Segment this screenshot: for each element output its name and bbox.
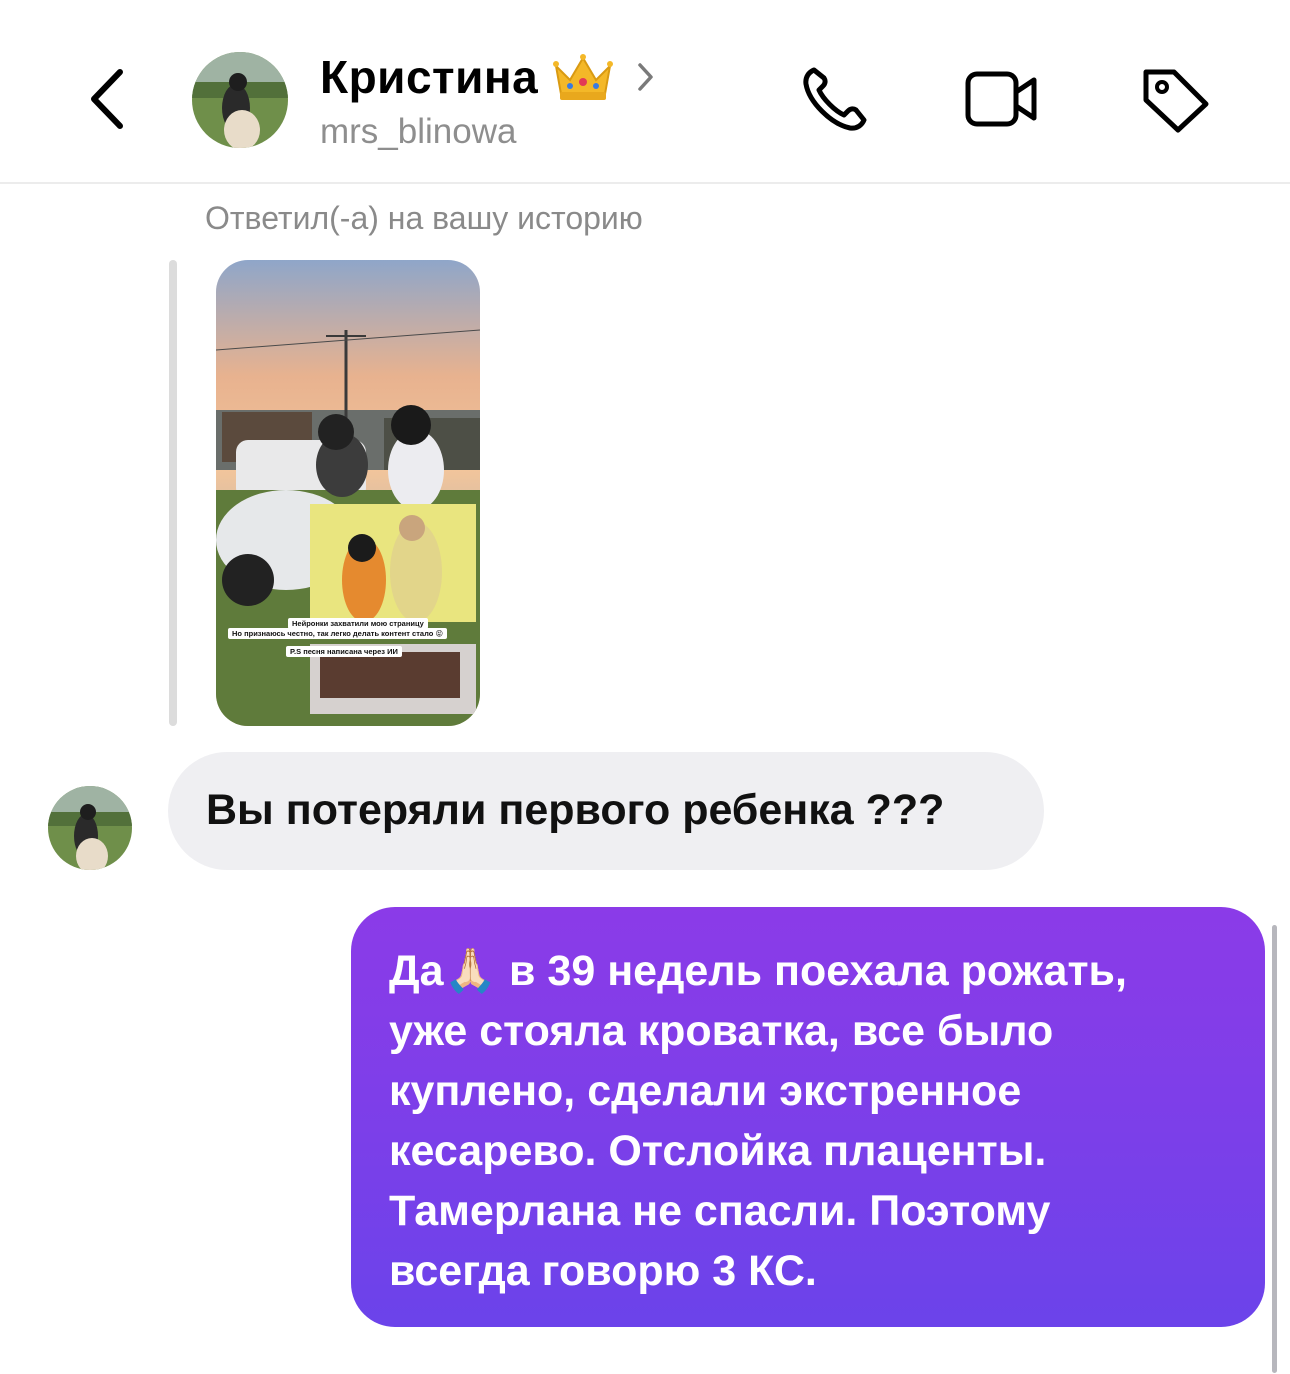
incoming-message-bubble[interactable]: Вы потеряли первого ребенка ??? [168,752,1044,870]
sender-avatar[interactable] [48,786,132,870]
scrollbar[interactable] [1272,925,1277,1373]
phone-icon[interactable] [800,64,870,134]
outgoing-message-text: Да🙏🏻 в 39 недель поехала рожать, уже сто… [389,947,1127,1295]
chat-header: Кристина mrs_blinowa [0,0,1290,184]
story-reply-label: Ответил(-а) на вашу историю [205,200,643,236]
story-caption: P.S песня написана через ИИ [286,646,402,657]
contact-name[interactable]: Кристина [320,50,538,104]
back-arrow-icon[interactable] [82,64,134,134]
chevron-right-icon[interactable] [634,59,656,95]
outgoing-message-bubble[interactable]: Да🙏🏻 в 39 недель поехала рожать, уже сто… [351,907,1265,1327]
story-caption: Но признаюсь честно, так легко делать ко… [228,628,448,639]
crown-emoji-icon [553,54,614,100]
incoming-message-text: Вы потеряли первого ребенка ??? [206,786,945,834]
contact-username[interactable]: mrs_blinowa [320,112,516,152]
contact-avatar[interactable] [192,52,288,148]
story-thumbnail[interactable]: Нейронки захватили мою страницу Но призн… [216,260,480,726]
video-camera-icon[interactable] [964,64,1040,134]
tag-icon[interactable] [1140,64,1212,134]
story-quote-bar [169,260,177,726]
